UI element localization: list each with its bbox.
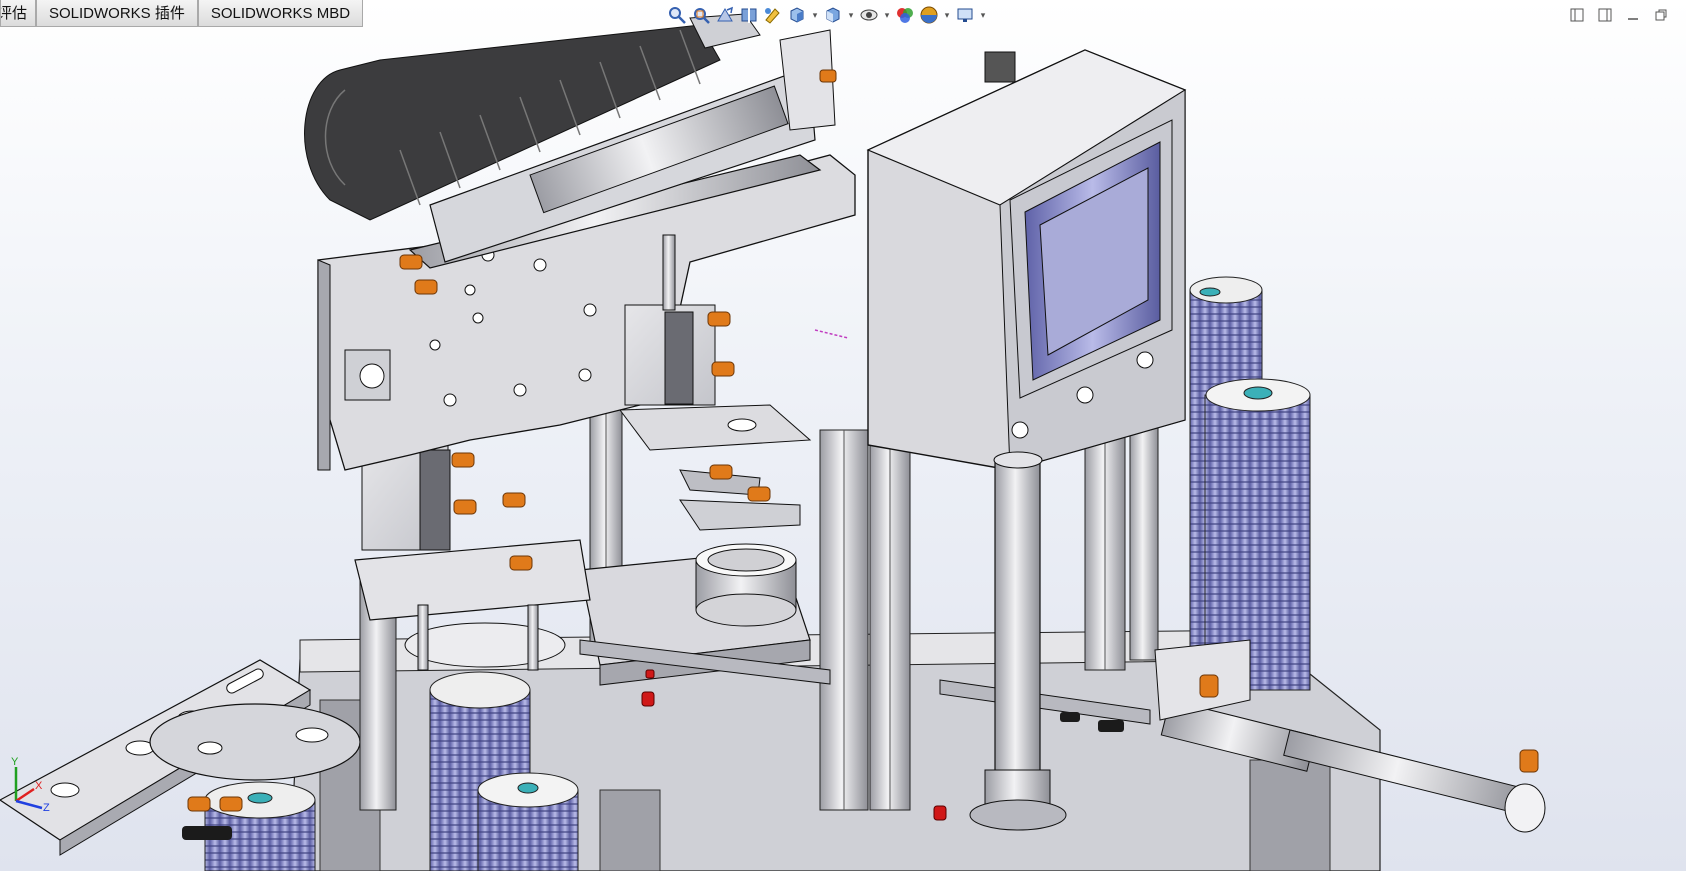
reference-triad: Y X Z (4, 755, 52, 814)
triad-x-label: X (35, 780, 43, 792)
display-style-icon[interactable] (822, 4, 844, 26)
display-style-dropdown-icon[interactable]: ▾ (846, 10, 856, 21)
triad-x-axis (15, 787, 35, 803)
view-settings-icon[interactable] (954, 4, 976, 26)
dynamic-annotation-icon[interactable] (762, 4, 784, 26)
collapse-left-icon[interactable] (1568, 6, 1586, 24)
collapse-right-icon[interactable] (1596, 6, 1614, 24)
triad-z-axis (15, 799, 43, 810)
command-manager-tabs: 评估 SOLIDWORKS 插件 SOLIDWORKS MBD (0, 0, 364, 28)
tab-solidworks-mbd[interactable]: SOLIDWORKS MBD (197, 0, 364, 27)
restore-icon[interactable] (1652, 6, 1670, 24)
view-settings-dropdown-icon[interactable]: ▾ (978, 10, 988, 21)
edit-appearance-icon[interactable] (894, 4, 916, 26)
hide-show-items-icon[interactable] (858, 4, 880, 26)
triad-z-label: Z (43, 802, 50, 813)
tab-evaluate[interactable]: 评估 (0, 0, 36, 27)
minimize-icon[interactable] (1624, 6, 1642, 24)
tab-solidworks-addins[interactable]: SOLIDWORKS 插件 (36, 0, 198, 27)
zoom-to-fit-icon[interactable] (666, 4, 688, 26)
graphics-viewport[interactable] (0, 0, 1686, 871)
apply-scene-dropdown-icon[interactable]: ▾ (942, 10, 952, 21)
apply-scene-icon[interactable] (918, 4, 940, 26)
assembly-model[interactable] (0, 0, 1686, 871)
view-orientation-icon[interactable] (786, 4, 808, 26)
viewport-window-controls (1568, 6, 1670, 24)
zoom-to-area-icon[interactable] (690, 4, 712, 26)
triad-y-label: Y (11, 756, 19, 768)
section-view-icon[interactable] (738, 4, 760, 26)
hide-show-dropdown-icon[interactable]: ▾ (882, 10, 892, 21)
previous-view-icon[interactable] (714, 4, 736, 26)
view-orientation-dropdown-icon[interactable]: ▾ (810, 10, 820, 21)
heads-up-view-toolbar: ▾ ▾ ▾ ▾ ▾ (666, 4, 988, 26)
